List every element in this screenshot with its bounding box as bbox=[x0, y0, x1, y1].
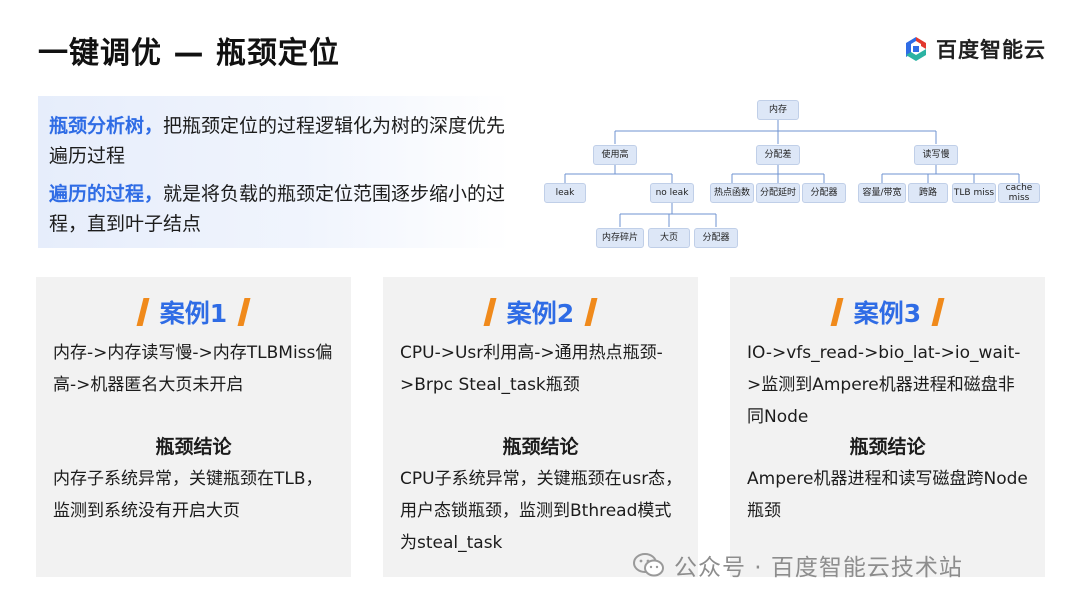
slash-decoration-left bbox=[136, 298, 150, 326]
intro-line-1: 瓶颈分析树，把瓶颈定位的过程逻辑化为树的深度优先遍历过程 bbox=[49, 111, 510, 171]
tree-node-hugepage: 大页 bbox=[648, 228, 690, 248]
tree-node-alloc-latency: 分配延时 bbox=[756, 183, 800, 203]
tree-node-hot-func: 热点函数 bbox=[710, 183, 754, 203]
wechat-icon bbox=[633, 553, 664, 577]
brand-name: 百度智能云 bbox=[936, 38, 1046, 62]
case-card-header: 案例3 bbox=[730, 294, 1045, 330]
tree-node-no-leak: no leak bbox=[650, 183, 694, 203]
conclusion-text: 内存子系统异常，关键瓶颈在TLB，监测到系统没有开启大页 bbox=[53, 469, 323, 521]
tree-node-usage: 使用高 bbox=[593, 145, 637, 165]
intro-line-2: 遍历的过程，就是将负载的瓶颈定位范围逐步缩小的过程，直到叶子结点 bbox=[49, 179, 510, 239]
case-title: 案例2 bbox=[506, 299, 575, 328]
conclusion-text: CPU子系统异常，关键瓶颈在usr态，用户态锁瓶颈，监测到Bthread模式为s… bbox=[400, 469, 683, 553]
tree-node-fragment: 内存碎片 bbox=[596, 228, 644, 248]
case-title: 案例1 bbox=[159, 299, 228, 328]
baidu-cloud-logo-icon bbox=[906, 37, 926, 61]
tree-node-allocator-2: 分配器 bbox=[694, 228, 738, 248]
case-card-header: 案例1 bbox=[36, 294, 351, 330]
conclusion-title: 瓶颈结论 bbox=[849, 436, 926, 458]
tree-node-cache-miss: cache miss bbox=[998, 183, 1040, 203]
tree-node-alloc: 分配差 bbox=[756, 145, 800, 165]
case-path: CPU->Usr利用高->通用热点瓶颈->Brpc Steal_task瓶颈 bbox=[400, 343, 663, 395]
case-path: IO->vfs_read->bio_lat->io_wait->监测到Amper… bbox=[747, 343, 1021, 427]
case-card-2: 案例2 CPU->Usr利用高->通用热点瓶颈->Brpc Steal_task… bbox=[383, 277, 698, 577]
case-card-3: 案例3 IO->vfs_read->bio_lat->io_wait->监测到A… bbox=[730, 277, 1045, 577]
tree-node-tlb-miss: TLB miss bbox=[952, 183, 996, 203]
slash-decoration-right bbox=[931, 298, 945, 326]
intro-highlight-2: 遍历的过程， bbox=[49, 183, 164, 205]
case-path: 内存->内存读写慢->内存TLBMiss偏高->机器匿名大页未开启 bbox=[53, 343, 333, 395]
tree-node-capacity: 容量/带宽 bbox=[858, 183, 906, 203]
case-title: 案例3 bbox=[853, 299, 922, 328]
slash-decoration-left bbox=[830, 298, 844, 326]
intro-highlight-1: 瓶颈分析树， bbox=[49, 115, 164, 137]
watermark: 公众号 · 百度智能云技术站 bbox=[632, 548, 963, 582]
slash-decoration-right bbox=[584, 298, 598, 326]
intro-panel: 瓶颈分析树，把瓶颈定位的过程逻辑化为树的深度优先遍历过程 遍历的过程，就是将负载… bbox=[38, 96, 510, 248]
tree-node-rw: 读写慢 bbox=[914, 145, 958, 165]
slash-decoration-left bbox=[483, 298, 497, 326]
conclusion-text: Ampere机器进程和读写磁盘跨Node瓶颈 bbox=[747, 469, 1028, 521]
tree-node-root: 内存 bbox=[757, 100, 799, 120]
conclusion-title: 瓶颈结论 bbox=[502, 436, 579, 458]
case-card-header: 案例2 bbox=[383, 294, 698, 330]
page-title: 一键调优 — 瓶颈定位 bbox=[38, 36, 340, 71]
tree-node-allocator: 分配器 bbox=[802, 183, 846, 203]
watermark-text: 公众号 · 百度智能云技术站 bbox=[674, 555, 963, 581]
slash-decoration-right bbox=[237, 298, 251, 326]
brand: 百度智能云 bbox=[902, 34, 1046, 64]
conclusion-title: 瓶颈结论 bbox=[155, 436, 232, 458]
tree-node-cross-node: 跨路 bbox=[908, 183, 948, 203]
case-card-1: 案例1 内存->内存读写慢->内存TLBMiss偏高->机器匿名大页未开启 瓶颈… bbox=[36, 277, 351, 577]
tree-node-leak: leak bbox=[544, 183, 586, 203]
